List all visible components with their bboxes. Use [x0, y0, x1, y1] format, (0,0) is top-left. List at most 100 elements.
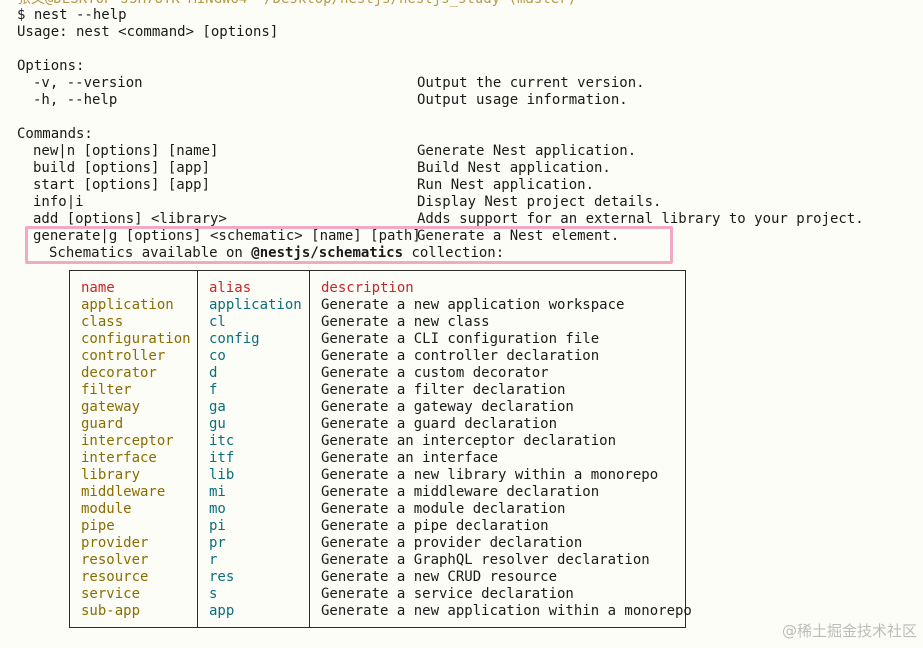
- schematics-prefix: Schematics available on: [49, 245, 252, 261]
- schematic-alias: ga: [209, 399, 226, 415]
- option-desc: Output the current version.: [417, 75, 645, 91]
- table-row: provider pr Generate a provider declaratio…: [70, 535, 685, 552]
- schematic-alias: config: [209, 331, 260, 347]
- commands-header: Commands:: [17, 126, 93, 142]
- command-desc: Build Nest application.: [417, 160, 611, 176]
- schematic-name: application: [81, 297, 174, 313]
- table-row: resolver r Generate a GraphQL resolver dec…: [70, 552, 685, 569]
- table-row: filter f Generate a filter declaration: [70, 382, 685, 399]
- table-row: decorator d Generate a custom decorator: [70, 365, 685, 382]
- schematic-alias: pi: [209, 518, 226, 534]
- command-name: build [options] [app]: [33, 160, 211, 176]
- table-row: sub-app app Generate a new application wit…: [70, 603, 692, 620]
- usage-line: Usage: nest <command> [options]: [17, 24, 279, 40]
- schematic-name: service: [81, 586, 141, 602]
- schematic-description: Generate a new application within a mono…: [321, 603, 692, 619]
- schematic-description: Generate an interceptor declaration: [321, 433, 617, 449]
- schematic-alias: res: [209, 569, 235, 585]
- schematic-description: Generate a CLI configuration file: [321, 331, 600, 347]
- command-desc: Run Nest application.: [417, 177, 595, 193]
- schematic-description: Generate a GraphQL resolver declaration: [321, 552, 650, 568]
- schematic-description: Generate a controller declaration: [321, 348, 600, 364]
- schematic-alias: itf: [209, 450, 235, 466]
- command-desc: Generate Nest application.: [417, 143, 637, 159]
- schematic-name: sub-app: [81, 603, 141, 619]
- schematic-name: configuration: [81, 331, 191, 347]
- table-row: module mo Generate a module declaration: [70, 501, 685, 518]
- command-desc-generate: Generate a Nest element.: [417, 228, 620, 244]
- option-flag: -h, --help: [33, 92, 118, 108]
- option-desc: Output usage information.: [417, 92, 628, 108]
- command-desc: Display Nest project details.: [417, 194, 662, 210]
- schematic-description: Generate a provider declaration: [321, 535, 583, 551]
- schematic-name: pipe: [81, 518, 115, 534]
- schematic-name: middleware: [81, 484, 166, 500]
- schematic-description: Generate a filter declaration: [321, 382, 566, 398]
- schematic-description: Generate a pipe declaration: [321, 518, 549, 534]
- schematic-alias: f: [209, 382, 218, 398]
- schematic-alias: cl: [209, 314, 226, 330]
- schematic-name: interface: [81, 450, 157, 466]
- schematic-name: decorator: [81, 365, 157, 381]
- table-row: controller co Generate a controller declar…: [70, 348, 685, 365]
- table-row: pipe pi Generate a pipe declaration: [70, 518, 685, 535]
- table-row: configuration config Generate a CLI config…: [70, 331, 685, 348]
- schematic-name: module: [81, 501, 132, 517]
- option-flag: -v, --version: [33, 75, 143, 91]
- schematic-name: class: [81, 314, 124, 330]
- schematic-description: Generate a service declaration: [321, 586, 574, 602]
- schematic-description: Generate a new class: [321, 314, 490, 330]
- command-name-generate: generate|g [options] <schematic> [name] …: [33, 228, 421, 244]
- schematic-name: provider: [81, 535, 149, 551]
- schematic-alias: r: [209, 552, 218, 568]
- schematic-name: gateway: [81, 399, 141, 415]
- table-row: guard gu Generate a guard declaration: [70, 416, 685, 433]
- schematic-alias: application: [209, 297, 302, 313]
- schematic-alias: mo: [209, 501, 226, 517]
- schematics-suffix: collection:: [403, 245, 505, 261]
- table-row: resource res Generate a new CRUD resource: [70, 569, 685, 586]
- table-row: class cl Generate a new class: [70, 314, 685, 331]
- command-name: new|n [options] [name]: [33, 143, 219, 159]
- header-name: name: [81, 280, 115, 296]
- schematic-description: Generate a new CRUD resource: [321, 569, 558, 585]
- schematics-collection: @nestjs/schematics: [251, 245, 404, 261]
- schematic-alias: mi: [209, 484, 226, 500]
- schematic-name: resolver: [81, 552, 149, 568]
- schematic-alias: s: [209, 586, 218, 602]
- schematic-description: Generate a custom decorator: [321, 365, 549, 381]
- schematic-alias: lib: [209, 467, 235, 483]
- schematics-note: Schematics available on @nestjs/schemati…: [49, 245, 504, 262]
- schematic-name: guard: [81, 416, 124, 432]
- schematic-alias: pr: [209, 535, 226, 551]
- schematic-description: Generate a guard declaration: [321, 416, 558, 432]
- table-row: interceptor itc Generate an interceptor de…: [70, 433, 685, 450]
- schematic-name: interceptor: [81, 433, 174, 449]
- table-row: service s Generate a service declaration: [70, 586, 685, 603]
- schematic-description: Generate a gateway declaration: [321, 399, 574, 415]
- schematic-alias: gu: [209, 416, 226, 432]
- schematic-description: Generate a new application workspace: [321, 297, 625, 313]
- table-row: application application Generate a new app…: [70, 297, 685, 314]
- command-name: start [options] [app]: [33, 177, 211, 193]
- schematic-name: filter: [81, 382, 132, 398]
- schematic-description: Generate a module declaration: [321, 501, 566, 517]
- options-header: Options:: [17, 58, 85, 74]
- table-row: library lib Generate a new library within …: [70, 467, 685, 484]
- schematic-alias: d: [209, 365, 218, 381]
- watermark: @稀土掘金技术社区: [781, 622, 917, 640]
- schematic-name: resource: [81, 569, 149, 585]
- schematic-alias: co: [209, 348, 226, 364]
- schematic-description: Generate a middleware declaration: [321, 484, 600, 500]
- header-alias: alias: [209, 280, 252, 296]
- schematic-name: library: [81, 467, 141, 483]
- schematic-description: Generate a new library within a monorepo: [321, 467, 659, 483]
- command-line: $ nest --help: [17, 7, 127, 23]
- schematic-name: controller: [81, 348, 166, 364]
- schematics-table: name alias description application applic…: [69, 270, 692, 628]
- command-name: info|i: [33, 194, 84, 210]
- schematic-alias: app: [209, 603, 235, 619]
- table-row: gateway ga Generate a gateway declaration: [70, 399, 685, 416]
- header-description: description: [321, 280, 414, 296]
- table-row: middleware mi Generate a middleware declar…: [70, 484, 685, 501]
